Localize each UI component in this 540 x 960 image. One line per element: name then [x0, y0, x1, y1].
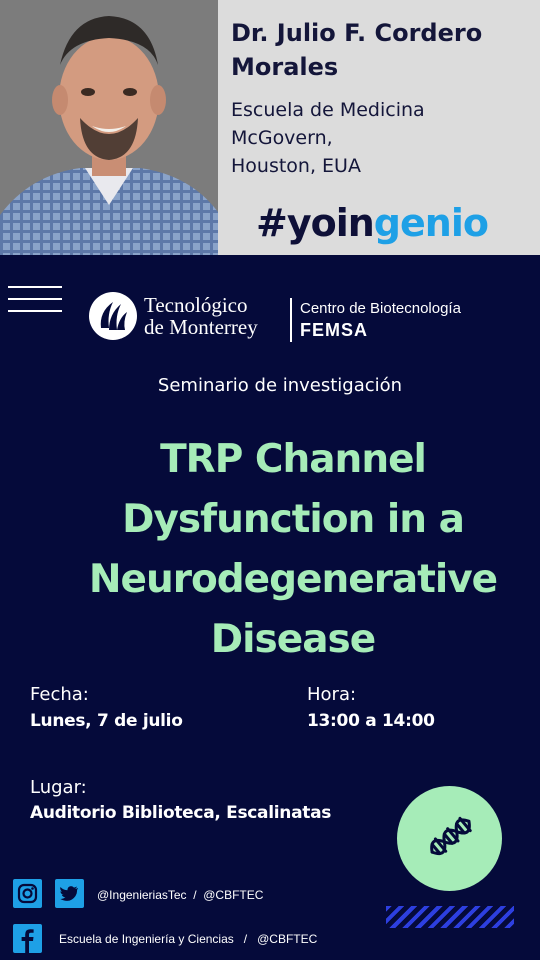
speaker-panel: Dr. Julio F. Cordero Morales Escuela de … — [0, 0, 540, 255]
seminar-type: Seminario de investigación — [157, 375, 403, 396]
facebook-icon[interactable] — [13, 924, 42, 953]
twitter-icon[interactable] — [55, 879, 84, 908]
center-brand: FEMSA — [300, 320, 368, 340]
talk-title: TRP Channel Dysfunction in a Neurodegene… — [88, 437, 498, 662]
date-value: Lunes, 7 de julio — [30, 711, 183, 731]
instagram-icon[interactable] — [13, 879, 42, 908]
hashtag-part1: #yoin — [256, 201, 375, 245]
decorative-stripes — [386, 906, 514, 928]
date-label: Fecha: — [30, 684, 89, 705]
center-name: Centro de Biotecnología — [300, 300, 461, 317]
social-handles-line-1: @IngenieriasTec / @CBFTEC — [97, 888, 264, 902]
hashtag: #yoingenio — [256, 196, 489, 250]
hashtag-part2: genio — [373, 201, 489, 245]
social-handles-line-2: Escuela de Ingeniería y Ciencias / @CBFT… — [59, 932, 318, 946]
institution-name: Tecnológico de Monterrey — [144, 293, 258, 339]
time-label: Hora: — [307, 684, 357, 705]
menu-icon[interactable] — [8, 286, 62, 314]
speaker-name: Dr. Julio F. Cordero Morales — [231, 19, 483, 81]
tec-emblem-icon — [89, 292, 137, 340]
time-value: 13:00 a 14:00 — [307, 711, 435, 731]
logo-divider — [290, 298, 292, 342]
place-label: Lugar: — [30, 777, 87, 798]
speaker-photo — [0, 0, 218, 255]
place-value: Auditorio Biblioteca, Escalinatas — [30, 803, 332, 823]
dna-badge — [397, 786, 502, 891]
dna-icon — [430, 816, 472, 856]
speaker-portrait-image — [0, 0, 218, 255]
speaker-affiliation: Escuela de Medicina McGovern, Houston, E… — [231, 99, 425, 177]
institution-logo: Tecnológico de Monterrey Centro de Biote… — [89, 292, 489, 348]
